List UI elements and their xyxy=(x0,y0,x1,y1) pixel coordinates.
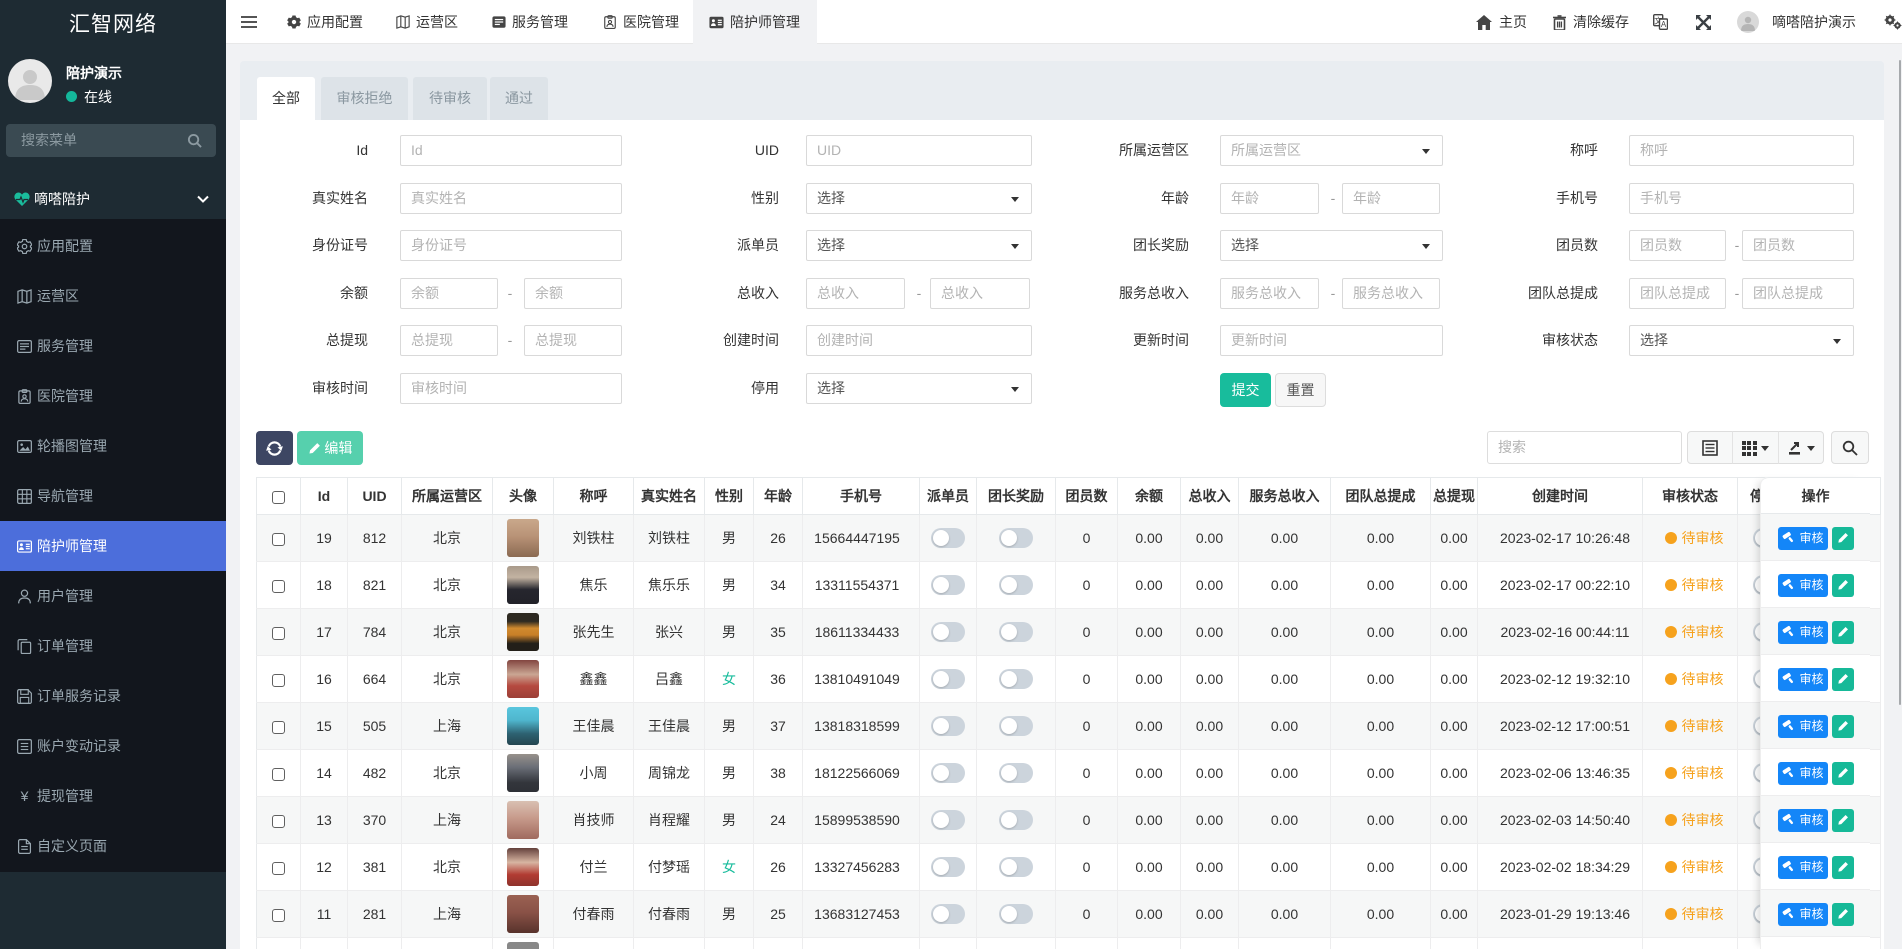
svg-text:A: A xyxy=(1661,20,1667,29)
svg-text:¥: ¥ xyxy=(20,789,29,804)
